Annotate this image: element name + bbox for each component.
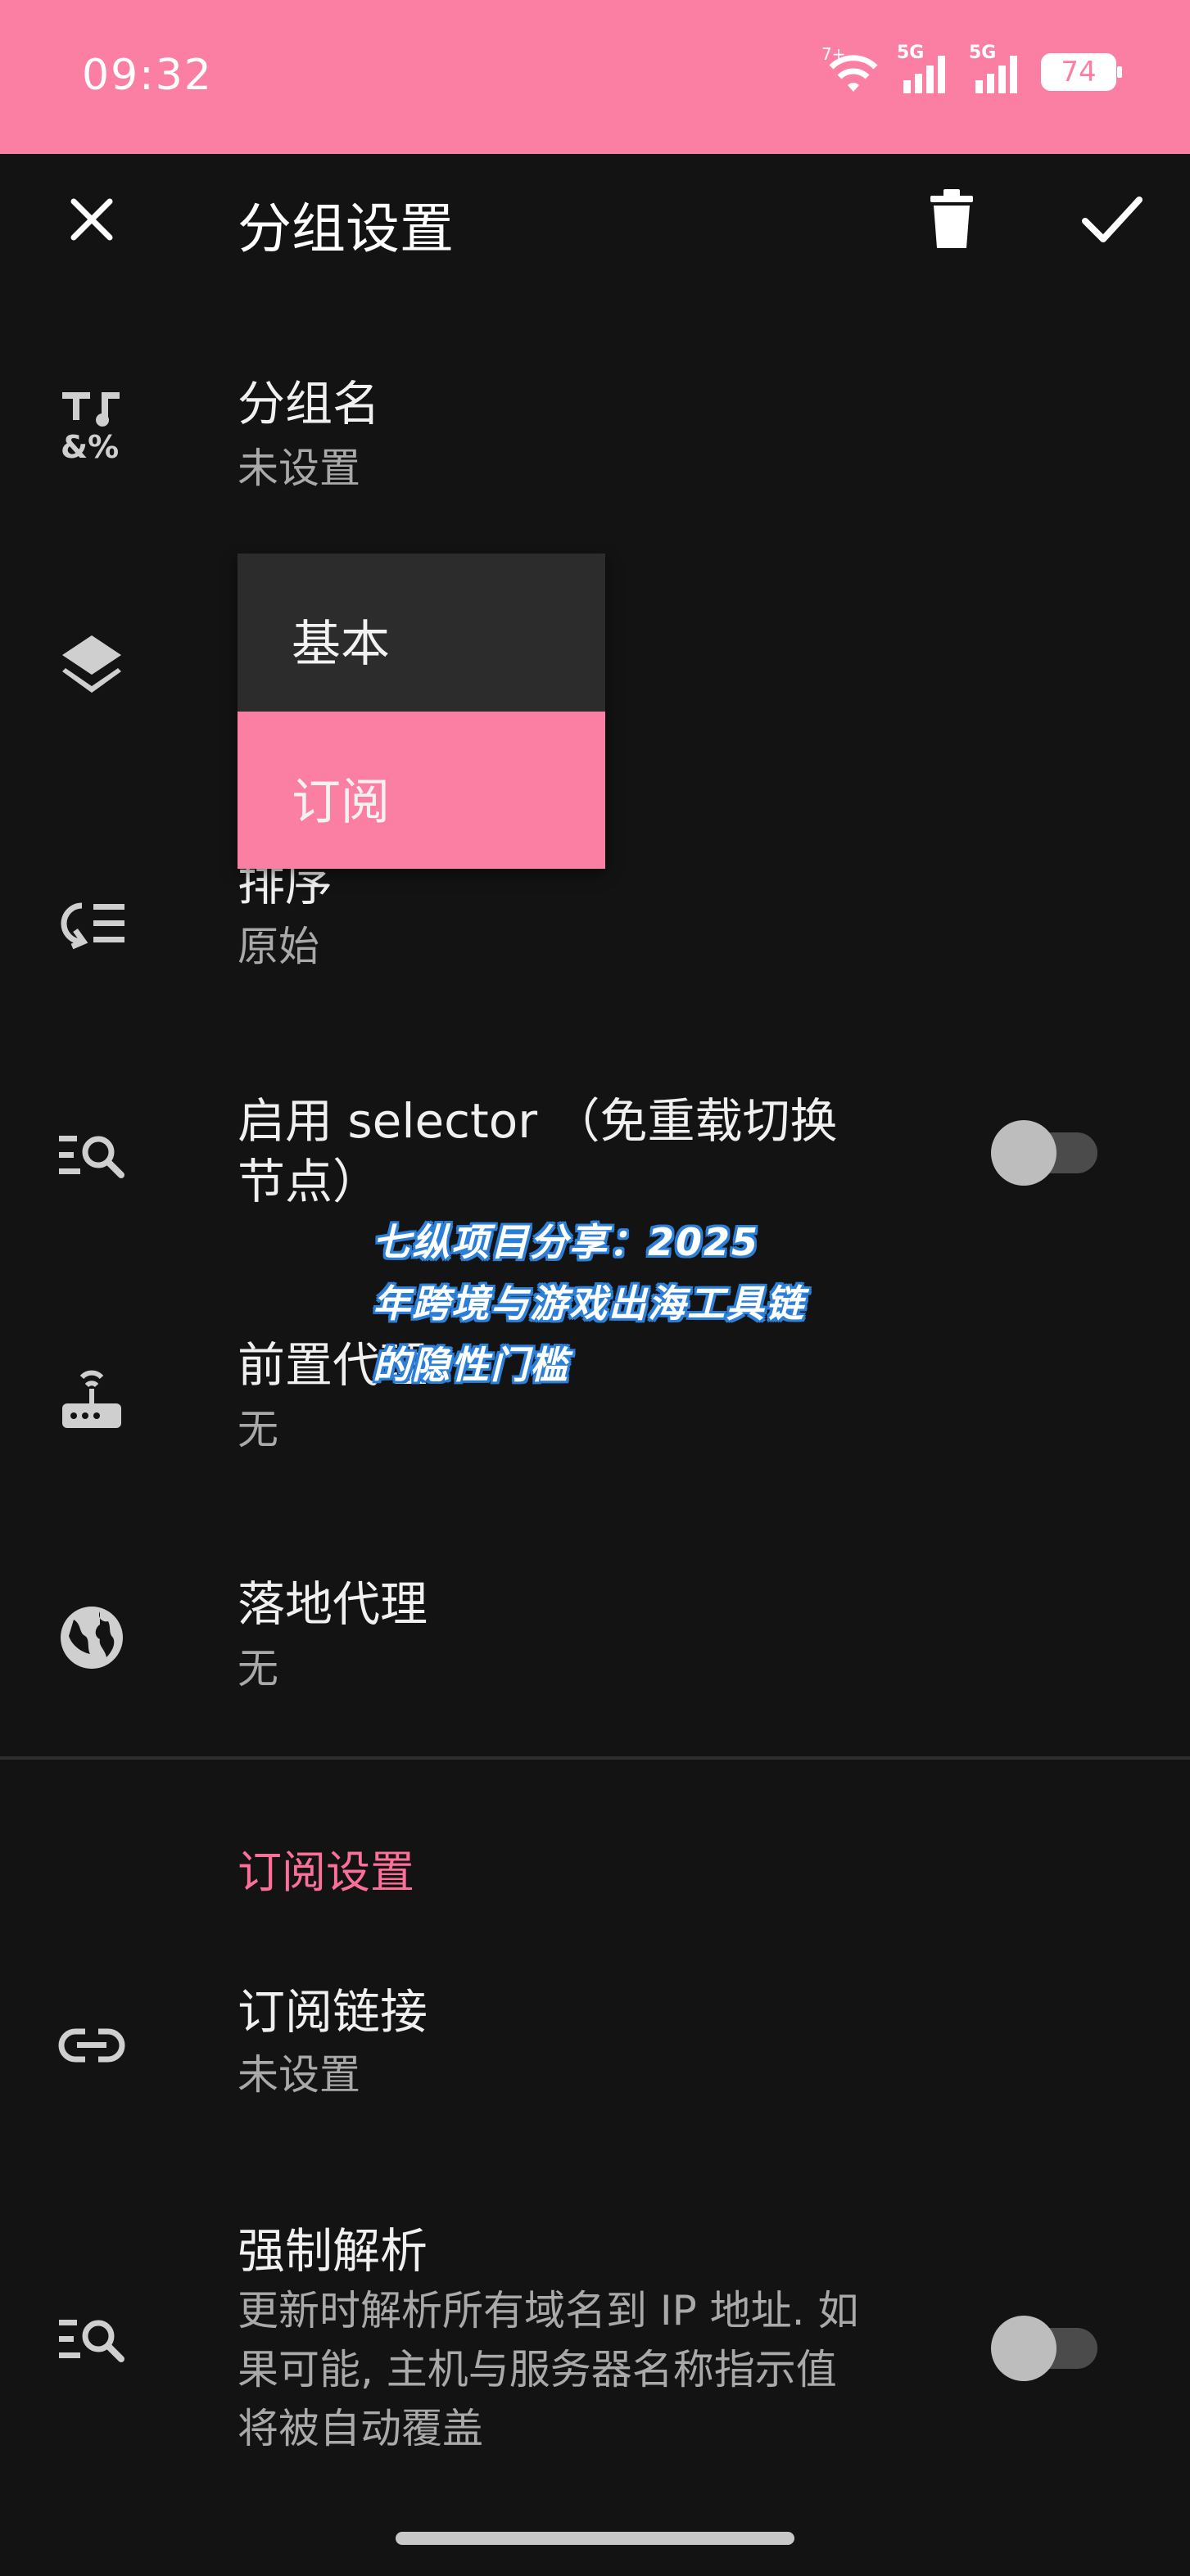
page-title: 分组设置	[238, 197, 454, 260]
subscription-link-value: 未设置	[238, 2051, 360, 2099]
subscription-link-title: 订阅链接	[238, 1984, 428, 2040]
watermark-line1: 七纵项目分享：2025	[373, 1220, 760, 1264]
layers-icon	[51, 622, 133, 704]
wifi-icon: 7+	[821, 44, 882, 95]
wifi-label: 7+	[821, 44, 846, 64]
text-format-icon: &%	[51, 385, 133, 467]
dropdown-option-label: 订阅	[292, 774, 390, 831]
signal-icon-sim1: 5G	[897, 43, 954, 95]
dropdown-option-subscription[interactable]: 订阅	[238, 712, 605, 869]
search-list-icon	[51, 1115, 133, 1197]
globe-icon	[51, 1597, 133, 1679]
status-bar: 09:32 7+ 5G 5G 74	[0, 0, 1190, 100]
sim1-label: 5G	[897, 43, 925, 63]
svg-text:&%: &%	[61, 429, 119, 463]
router-icon	[51, 1359, 133, 1441]
force-resolve-desc-line3: 将被自动覆盖	[238, 2405, 483, 2452]
signal-icon-sim2: 5G	[969, 43, 1026, 95]
check-icon	[1082, 197, 1142, 242]
front-proxy-value: 无	[238, 1406, 278, 1453]
sort-value: 原始	[238, 923, 319, 970]
home-indicator[interactable]	[396, 2532, 794, 2545]
watermark-line2: 年跨境与游戏出海工具链	[373, 1281, 805, 1326]
landing-proxy-title: 落地代理	[238, 1576, 428, 1632]
toggle-thumb	[991, 1120, 1057, 1186]
setting-group-name[interactable]: &% 分组名 未设置	[0, 360, 1190, 524]
toggle-thumb	[991, 2316, 1057, 2381]
force-resolve-desc-line2: 果可能, 主机与服务器名称指示值	[238, 2346, 837, 2393]
group-type-dropdown: 基本 订阅	[238, 554, 605, 869]
search-list-icon	[51, 2299, 133, 2381]
setting-subscription-link[interactable]: 订阅链接 未设置	[0, 1965, 1190, 2129]
selector-title-line2: 节点）	[238, 1154, 381, 1209]
force-resolve-title: 强制解析	[238, 2223, 428, 2279]
section-divider	[0, 1756, 1190, 1760]
subscription-section-header: 订阅设置	[238, 1846, 414, 1898]
setting-force-resolve[interactable]: 强制解析 更新时解析所有域名到 IP 地址. 如 果可能, 主机与服务器名称指示…	[0, 2211, 1190, 2473]
status-icons: 7+ 5G 5G 74	[821, 43, 1122, 97]
group-name-value: 未设置	[238, 445, 360, 492]
selector-title-line1: 启用 selector （免重载切换	[238, 1093, 838, 1149]
confirm-button[interactable]	[1073, 180, 1152, 259]
close-button[interactable]	[52, 180, 131, 259]
watermark-line3: 的隐性门槛	[373, 1343, 569, 1387]
setting-landing-proxy[interactable]: 落地代理 无	[0, 1556, 1190, 1720]
link-icon	[51, 2004, 133, 2086]
force-resolve-desc-line1: 更新时解析所有域名到 IP 地址. 如	[238, 2287, 859, 2334]
watermark-overlay: 七纵项目分享：2025 年跨境与游戏出海工具链 的隐性门槛	[373, 1212, 831, 1396]
status-time: 09:32	[82, 51, 213, 100]
trash-icon	[930, 189, 973, 248]
close-icon	[70, 198, 113, 241]
dropdown-option-basic[interactable]: 基本	[238, 554, 605, 711]
battery-icon: 74	[1041, 53, 1122, 91]
force-resolve-toggle[interactable]	[991, 2309, 1102, 2381]
sim2-label: 5G	[969, 43, 997, 63]
landing-proxy-value: 无	[238, 1645, 278, 1692]
dropdown-option-label: 基本	[292, 616, 390, 673]
delete-button[interactable]	[912, 180, 991, 259]
sort-icon	[51, 883, 133, 965]
selector-toggle[interactable]	[991, 1114, 1102, 1186]
group-name-title: 分组名	[238, 376, 381, 432]
